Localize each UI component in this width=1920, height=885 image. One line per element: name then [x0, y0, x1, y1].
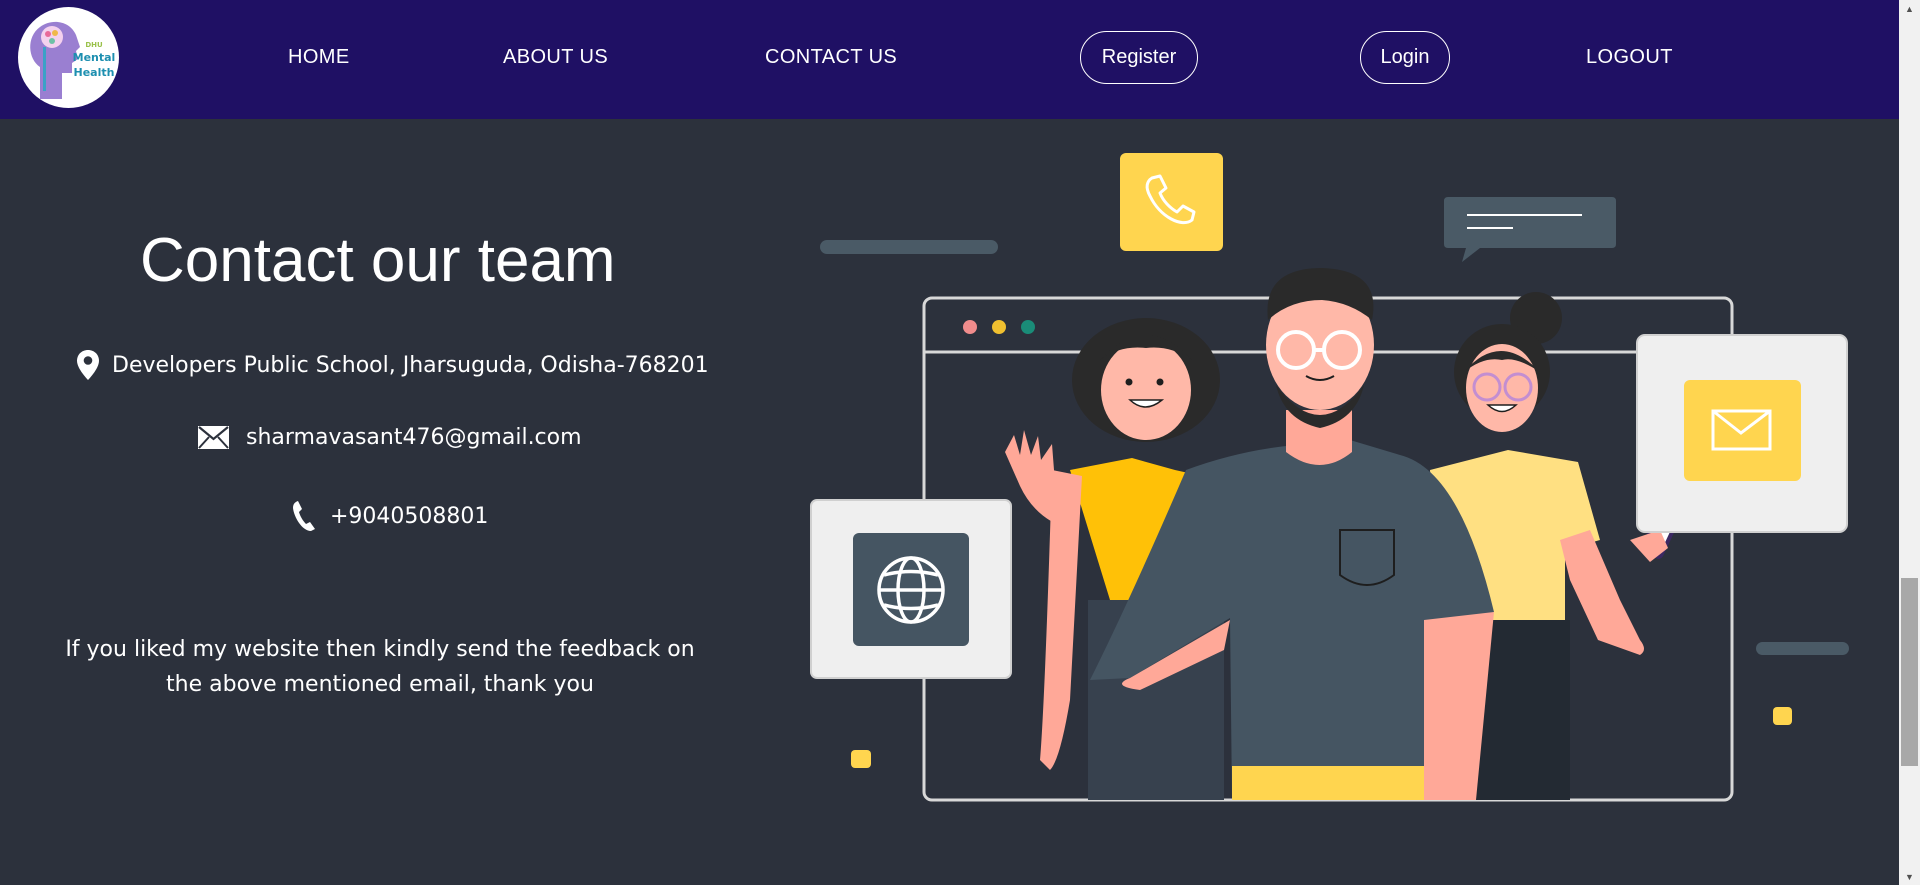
- phone-card-icon: [1120, 153, 1223, 251]
- scroll-up-arrow-icon[interactable]: ▲: [1899, 0, 1920, 17]
- globe-card-icon: [810, 499, 1012, 679]
- location-pin-icon: [76, 349, 100, 381]
- contact-heading: Contact our team: [140, 226, 616, 295]
- register-button[interactable]: Register: [1080, 31, 1198, 84]
- phone-row: +9040508801: [290, 500, 488, 532]
- logo-line-1: Mental: [72, 51, 116, 64]
- scrollbar-thumb[interactable]: [1901, 578, 1918, 766]
- scroll-down-arrow-icon[interactable]: ▼: [1899, 868, 1920, 885]
- logo-small-text: DHU: [85, 41, 103, 49]
- address-text: Developers Public School, Jharsuguda, Od…: [112, 352, 709, 378]
- navbar: DHU Mental Health HOME ABOUT US CONTACT …: [0, 0, 1899, 119]
- logo-text: DHU Mental Health: [72, 41, 116, 80]
- nav-logout-link[interactable]: LOGOUT: [1586, 46, 1673, 69]
- phone-text[interactable]: +9040508801: [330, 504, 488, 529]
- nav-about-link[interactable]: ABOUT US: [503, 46, 608, 69]
- team-contact-illustration: [810, 153, 1849, 802]
- site-logo[interactable]: DHU Mental Health: [18, 7, 119, 108]
- envelope-icon: [198, 426, 229, 449]
- email-row: sharmavasant476@gmail.com: [198, 425, 582, 450]
- vertical-scrollbar[interactable]: ▲ ▼: [1899, 0, 1920, 885]
- email-text[interactable]: sharmavasant476@gmail.com: [246, 425, 582, 450]
- mail-card-icon: [1636, 334, 1848, 533]
- address-row: Developers Public School, Jharsuguda, Od…: [76, 349, 709, 381]
- chat-bubble-icon: [1444, 197, 1616, 262]
- logo-line-2: Health: [73, 66, 115, 79]
- nav-home-link[interactable]: HOME: [288, 46, 350, 69]
- nav-contact-link[interactable]: CONTACT US: [765, 46, 897, 69]
- phone-icon: [290, 500, 316, 532]
- login-button[interactable]: Login: [1360, 31, 1450, 84]
- feedback-text: If you liked my website then kindly send…: [65, 637, 695, 697]
